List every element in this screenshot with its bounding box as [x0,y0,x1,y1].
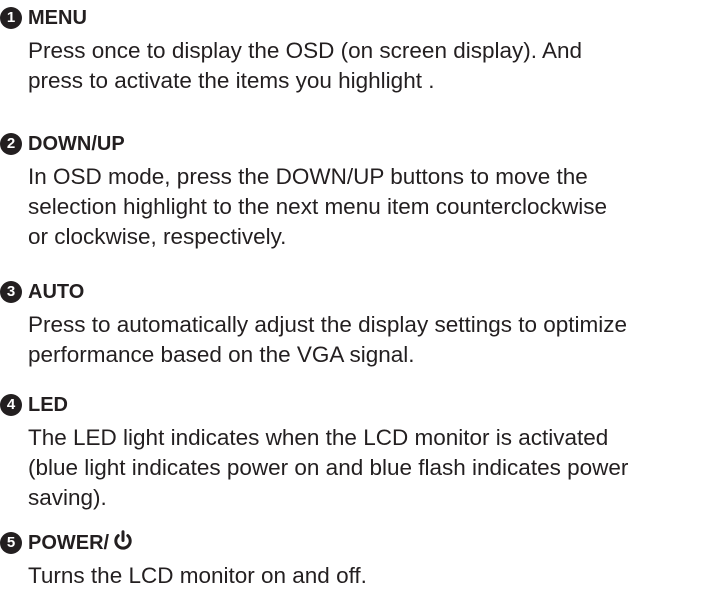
description-line: Turns the LCD monitor on and off. [28,563,367,588]
section-title: DOWN/UP [28,133,125,155]
section-menu: 1 MENU Press once to display the OSD (on… [0,2,701,96]
description-line: (blue light indicates power on and blue … [28,455,629,480]
section-heading: 5 POWER/ [0,527,701,561]
description-line: selection highlight to the next menu ite… [28,194,608,219]
section-title: LED [28,394,68,416]
section-power: 5 POWER/ Turns the LCD monitor on and of… [0,527,701,591]
section-heading: 2 DOWN/UP [0,128,701,162]
description-line: saving). [28,485,107,510]
section-description: Press to automatically adjust the displa… [0,310,701,370]
section-heading: 3 AUTO [0,276,701,310]
section-title-text: POWER/ [28,532,110,554]
number-badge: 5 [0,532,22,554]
section-auto: 3 AUTO Press to automatically adjust the… [0,276,701,370]
section-description: The LED light indicates when the LCD mon… [0,423,701,513]
description-line: In OSD mode, press the DOWN/UP buttons t… [28,164,588,189]
description-line: The LED light indicates when the LCD mon… [28,425,609,450]
section-description: In OSD mode, press the DOWN/UP buttons t… [0,162,701,252]
description-line: Press to automatically adjust the displa… [28,312,628,337]
number-badge: 2 [0,133,22,155]
section-description: Turns the LCD monitor on and off. [0,561,701,591]
number-badge: 4 [0,394,22,416]
description-line: performance based on the VGA signal. [28,342,415,367]
description-line: or clockwise, respectively. [28,224,287,249]
section-title: MENU [28,7,87,29]
section-down-up: 2 DOWN/UP In OSD mode, press the DOWN/UP… [0,128,701,252]
section-description: Press once to display the OSD (on screen… [0,36,701,96]
power-icon [113,530,133,560]
section-heading: 4 LED [0,389,701,423]
section-title: AUTO [28,281,85,303]
section-title: POWER/ [28,529,133,560]
number-badge: 3 [0,281,22,303]
number-badge: 1 [0,7,22,29]
description-line: Press once to display the OSD (on screen… [28,38,583,63]
section-heading: 1 MENU [0,2,701,36]
description-line: press to activate the items you highligh… [28,68,435,93]
section-led: 4 LED The LED light indicates when the L… [0,389,701,513]
